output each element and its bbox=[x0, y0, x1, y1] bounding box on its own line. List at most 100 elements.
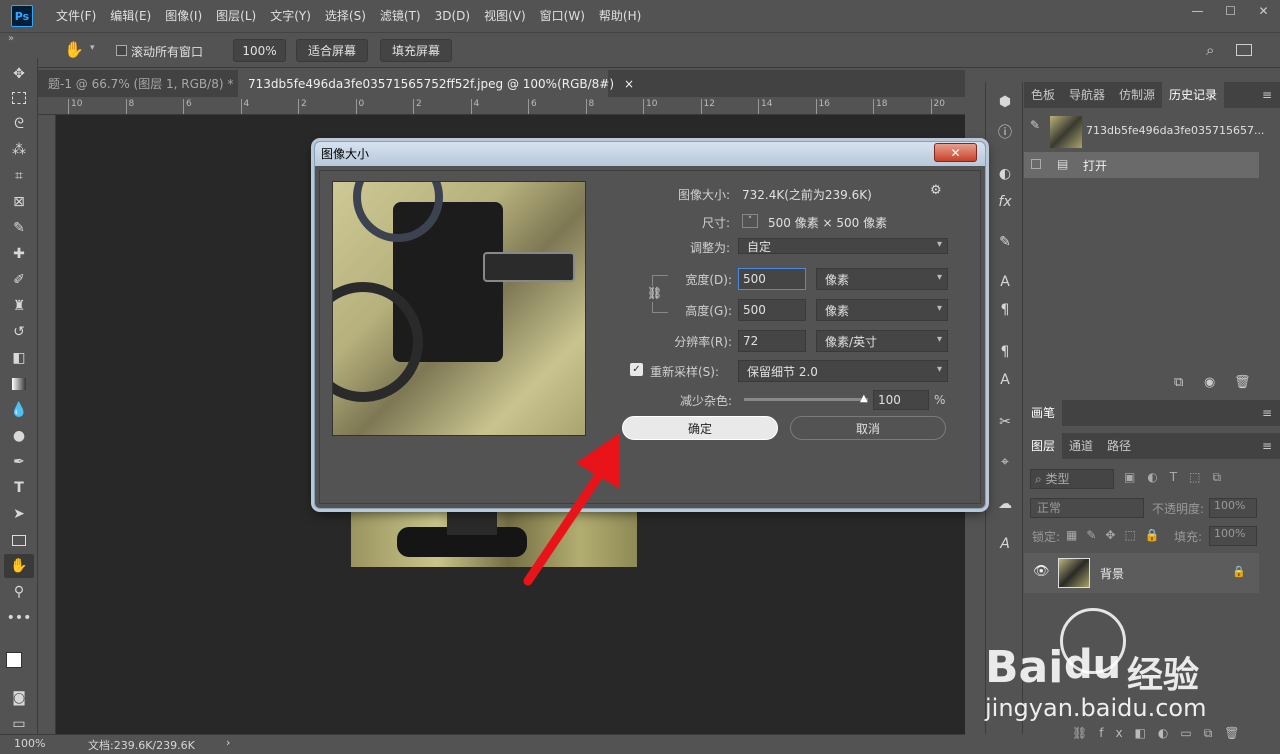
menu-window[interactable]: 窗口(W) bbox=[533, 0, 592, 32]
history-brush-icon[interactable]: ↺ bbox=[8, 322, 30, 342]
character-styles-icon[interactable]: A bbox=[995, 370, 1015, 390]
menu-filter[interactable]: 滤镜(T) bbox=[373, 0, 428, 32]
opacity-input[interactable]: 100% bbox=[1209, 498, 1257, 518]
adjustments-icon[interactable]: ◐ bbox=[995, 164, 1015, 184]
menu-layer[interactable]: 图层(L) bbox=[209, 0, 263, 32]
paths-icon[interactable]: ⌖ bbox=[995, 452, 1015, 472]
blur-tool-icon[interactable]: 💧 bbox=[8, 400, 30, 420]
path-select-icon[interactable]: ➤ bbox=[8, 504, 30, 524]
noise-input[interactable]: 100 bbox=[873, 390, 929, 410]
menu-3d[interactable]: 3D(D) bbox=[428, 0, 477, 32]
noise-slider-track[interactable] bbox=[744, 398, 868, 401]
scroll-all-checkbox[interactable] bbox=[116, 45, 127, 56]
new-document-from-state-icon[interactable]: ⧉ bbox=[1174, 375, 1183, 390]
tab-layers[interactable]: 图层 bbox=[1024, 433, 1063, 459]
height-unit-select[interactable]: 像素 ▾ bbox=[816, 299, 948, 321]
collapse-icon[interactable]: » bbox=[8, 33, 14, 44]
rectangle-tool-icon[interactable] bbox=[8, 530, 30, 550]
close-window-button[interactable]: ✕ bbox=[1247, 0, 1280, 22]
move-tool-icon[interactable]: ✥ bbox=[8, 64, 30, 84]
close-icon[interactable]: × bbox=[624, 77, 634, 91]
menu-image[interactable]: 图像(I) bbox=[158, 0, 209, 32]
type-tool-icon[interactable]: T bbox=[8, 478, 30, 498]
tab-jpeg[interactable]: 713db5fe496da3fe03571565752ff52f.jpeg @ … bbox=[238, 70, 634, 97]
fit-to-select[interactable]: 自定 ▾ bbox=[738, 238, 948, 254]
tab-navigator[interactable]: 导航器 bbox=[1062, 82, 1112, 108]
3d-icon[interactable]: ⬢ bbox=[995, 92, 1015, 112]
layer-footer-icons[interactable]: ⛓fx◧◐▭⧉🗑 bbox=[1072, 726, 1252, 741]
screen-mode-icon[interactable]: ▭ bbox=[8, 714, 30, 734]
layer-row[interactable]: 👁 背景 🔒 bbox=[1024, 553, 1259, 593]
ok-button[interactable]: 确定 bbox=[622, 416, 778, 440]
image-preview[interactable] bbox=[332, 181, 586, 436]
dimensions-dropdown[interactable]: ˅ bbox=[742, 214, 758, 228]
menu-view[interactable]: 视图(V) bbox=[477, 0, 533, 32]
tab-swatches[interactable]: 色板 bbox=[1024, 82, 1062, 108]
eye-icon[interactable]: 👁 bbox=[1033, 564, 1050, 579]
tab-history[interactable]: 历史记录 bbox=[1162, 82, 1225, 108]
resample-select[interactable]: 保留细节 2.0 ▾ bbox=[738, 360, 948, 382]
menu-select[interactable]: 选择(S) bbox=[318, 0, 373, 32]
fill-input[interactable]: 100% bbox=[1209, 526, 1257, 546]
more-tools-icon[interactable]: ••• bbox=[7, 608, 32, 628]
crop-tool-icon[interactable]: ⌗ bbox=[8, 166, 30, 186]
link-icon[interactable]: ⛓ bbox=[647, 286, 662, 302]
workspace-icon[interactable] bbox=[1236, 44, 1252, 56]
search-icon[interactable]: ⌕ bbox=[1206, 41, 1214, 59]
foreground-color-swatch[interactable] bbox=[6, 652, 22, 668]
glyphs-icon[interactable]: A bbox=[995, 534, 1015, 554]
noise-slider-thumb[interactable]: ▲ bbox=[860, 393, 868, 404]
tab-channels[interactable]: 通道 bbox=[1062, 433, 1100, 459]
camera-icon[interactable]: ◉ bbox=[1204, 375, 1215, 390]
menu-file[interactable]: 文件(F) bbox=[49, 0, 103, 32]
tool-presets-icon[interactable]: ✂ bbox=[995, 412, 1015, 432]
menu-help[interactable]: 帮助(H) bbox=[592, 0, 648, 32]
fit-screen-button[interactable]: 适合屏幕 bbox=[296, 39, 368, 62]
height-input[interactable]: 500 bbox=[738, 299, 806, 321]
healing-brush-icon[interactable]: ✚ bbox=[8, 244, 30, 264]
gear-icon[interactable]: ⚙ bbox=[930, 183, 942, 198]
libraries-icon[interactable]: ☁ bbox=[995, 494, 1015, 514]
blend-mode-select[interactable]: 正常 bbox=[1030, 498, 1144, 518]
resample-checkbox[interactable]: ✓ bbox=[630, 363, 643, 376]
dodge-tool-icon[interactable]: ● bbox=[8, 426, 30, 446]
hand-tool-icon[interactable]: ✋ bbox=[64, 40, 84, 59]
gradient-icon[interactable] bbox=[8, 374, 30, 394]
lock-icons[interactable]: ▦✎✥⬚🔒 bbox=[1066, 528, 1169, 542]
snapshot-name[interactable]: 713db5fe496da3fe035715657... bbox=[1086, 124, 1264, 137]
styles-icon[interactable]: fx bbox=[995, 192, 1015, 212]
width-unit-select[interactable]: 像素 ▾ bbox=[816, 268, 948, 290]
history-step[interactable]: ▤ 打开 bbox=[1024, 152, 1259, 178]
maximize-button[interactable]: ☐ bbox=[1214, 0, 1247, 22]
info-icon[interactable]: ⓘ bbox=[995, 122, 1015, 142]
character-icon[interactable]: A bbox=[995, 272, 1015, 292]
panel-menu-icon[interactable]: ≡ bbox=[1255, 400, 1280, 426]
paragraph-styles-icon[interactable]: ¶ bbox=[995, 342, 1015, 362]
pen-tool-icon[interactable]: ✒ bbox=[8, 452, 30, 472]
zoom-readout[interactable]: 100% bbox=[14, 737, 45, 750]
menu-type[interactable]: 文字(Y) bbox=[263, 0, 318, 32]
eyedropper-icon[interactable]: ✎ bbox=[8, 218, 30, 238]
panel-menu-icon[interactable]: ≡ bbox=[1255, 82, 1280, 108]
paragraph-icon[interactable]: ¶ bbox=[995, 300, 1015, 320]
eraser-icon[interactable]: ◧ bbox=[8, 348, 30, 368]
resolution-unit-select[interactable]: 像素/英寸 ▾ bbox=[816, 330, 948, 352]
hand-tool-icon[interactable]: ✋ bbox=[4, 554, 34, 578]
lasso-tool-icon[interactable]: ᘓ bbox=[8, 114, 30, 134]
brush-settings-icon[interactable]: ✎ bbox=[995, 232, 1015, 252]
tab-clone-source[interactable]: 仿制源 bbox=[1112, 82, 1162, 108]
layer-name[interactable]: 背景 bbox=[1100, 565, 1124, 582]
filter-icons[interactable]: ▣◐T⬚⧉ bbox=[1124, 470, 1233, 485]
menu-edit[interactable]: 编辑(E) bbox=[103, 0, 158, 32]
frame-tool-icon[interactable]: ⊠ bbox=[8, 192, 30, 212]
trash-icon[interactable]: 🗑 bbox=[1234, 375, 1251, 390]
tab-untitled[interactable]: 题-1 @ 66.7% (图层 1, RGB/8) * × bbox=[38, 70, 251, 97]
marquee-tool-icon[interactable] bbox=[8, 88, 30, 108]
zoom-tool-icon[interactable]: ⚲ bbox=[8, 582, 30, 602]
cancel-button[interactable]: 取消 bbox=[790, 416, 946, 440]
clone-stamp-icon[interactable]: ♜ bbox=[8, 296, 30, 316]
step-source-checkbox[interactable] bbox=[1031, 159, 1041, 169]
brush-tool-icon[interactable]: ✐ bbox=[8, 270, 30, 290]
fill-screen-button[interactable]: 填充屏幕 bbox=[380, 39, 452, 62]
resolution-input[interactable]: 72 bbox=[738, 330, 806, 352]
